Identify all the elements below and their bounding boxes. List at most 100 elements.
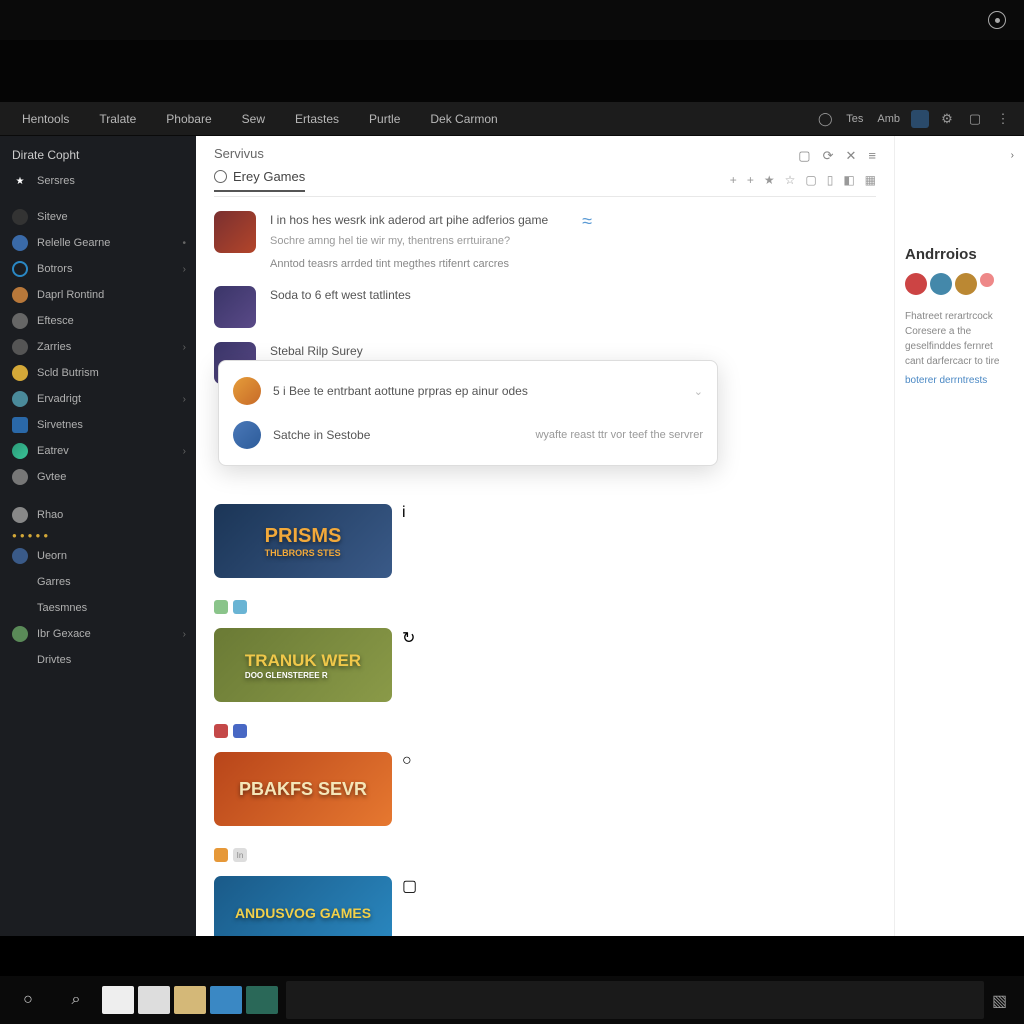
tag[interactable]: In [233,848,247,862]
sidebar-item-11[interactable]: Rhao [0,502,196,528]
feed-item-0[interactable]: I in hos hes wesrk ink aderod art pihe a… [214,211,876,272]
menu-icon[interactable]: ≡ [868,148,876,164]
popup-item-2[interactable]: Satche in Sestobe wyafte reast ttr vor t… [219,413,717,457]
sidebar-lower-1[interactable]: Garres [0,569,196,595]
avatar[interactable] [930,273,952,295]
search-button[interactable]: ⌕ [54,981,98,1019]
nav-tab-6[interactable]: Purtle [355,108,414,130]
blank-icon [12,652,28,668]
divider-black [0,936,1024,972]
sidebar-lower-4[interactable]: Drivtes [0,647,196,673]
system-icon[interactable] [988,11,1006,29]
avatar-icon [12,287,28,303]
sidepanel-link[interactable]: boterer derrntrests [905,375,1014,386]
breadcrumb[interactable]: Servivus [214,146,264,161]
earth-icon [12,443,28,459]
rating-dots: ●●●●● [0,528,196,543]
nav-tab-5[interactable]: Ertastes [281,108,353,130]
taskbar-app-1[interactable] [102,986,134,1014]
device-icon[interactable]: ▢ [805,173,816,187]
taskbar-app-5[interactable] [246,986,278,1014]
popup-avatar-icon [233,377,261,405]
tag[interactable] [214,724,228,738]
nav-window-icon[interactable]: ▢ [964,108,986,130]
sidebar-item-1[interactable]: Relelle Gearne• [0,230,196,256]
nav-tab-1[interactable]: Hentools [8,108,83,130]
sidebar-item-10[interactable]: Gvtee [0,464,196,490]
blackband [0,40,1024,102]
game-card-4[interactable]: ANDUSVOG GAMES [214,876,392,936]
sidebar-header[interactable]: Dirate Copht› [0,142,196,168]
feed-item-1[interactable]: Soda to 6 eft west tatlintes [214,286,876,328]
game-card-2[interactable]: TRANUK WERDOO GLENSTEREE R [214,628,392,702]
sidebar-item-5[interactable]: Zarries› [0,334,196,360]
sidebar-item-0[interactable]: Siteve [0,204,196,230]
group-icon [12,507,28,523]
popup-item-1[interactable]: 5 i Bee te entrbant aottune prpras ep ai… [219,369,717,413]
sidebar-lower-0[interactable]: Ueorn [0,543,196,569]
start-button[interactable]: ○ [6,981,50,1019]
info-icon[interactable]: ▢ [402,876,417,896]
tag[interactable] [214,848,228,862]
sidebar-lower-2[interactable]: Taesmnes [0,595,196,621]
folder-icon [12,209,28,225]
tag[interactable] [233,724,247,738]
panel-icon[interactable]: ◧ [843,173,854,187]
avatar[interactable] [980,273,994,287]
nav-right-2[interactable]: Amb [877,113,900,125]
taskbar-app-3[interactable] [174,986,206,1014]
sidebar-starred[interactable]: ★Sersres [0,168,196,194]
tab-active[interactable]: Erey Games [214,167,305,192]
sidebar-item-3[interactable]: Daprl Rontind [0,282,196,308]
snow-icon [12,391,28,407]
globe-icon[interactable]: ◯ [814,108,836,130]
tab-dot-icon [214,170,227,183]
sidebar: Dirate Copht› ★Sersres Siteve Relelle Ge… [0,136,196,936]
blank-icon [12,600,28,616]
grid-icon[interactable]: ▦ [865,173,876,187]
taskbar-app-4[interactable] [210,986,242,1014]
dot-icon [12,469,28,485]
tag[interactable] [214,600,228,614]
avatar[interactable] [905,273,927,295]
nav-more-icon[interactable]: ⋮ [992,108,1014,130]
sidebar-item-6[interactable]: Scld Butrism [0,360,196,386]
nav-tab-7[interactable]: Dek Carmon [416,108,511,130]
game-card-3[interactable]: PBAKFS SEVR [214,752,392,826]
info-icon[interactable]: ○ [402,752,412,770]
nav-right-1[interactable]: Tes [846,113,863,125]
game-card-1[interactable]: PRISMSTHLBRORS STES [214,504,392,578]
window-icon[interactable]: ▢ [798,148,810,164]
sidebar-item-4[interactable]: Eftesce [0,308,196,334]
sidebar-item-8[interactable]: Sirvetnes [0,412,196,438]
add-icon[interactable]: + [730,173,737,187]
taskbar-app-2[interactable] [138,986,170,1014]
info-icon[interactable]: i [402,504,406,522]
add-icon-2[interactable]: + [747,173,754,187]
star-outline-icon[interactable]: ☆ [785,173,796,187]
sidebar-item-9[interactable]: Eatrev› [0,438,196,464]
close-icon[interactable]: ✕ [846,148,857,164]
refresh-icon[interactable]: ⟳ [823,148,834,164]
dot-icon [12,313,28,329]
nav-settings-icon[interactable]: ⚙ [936,108,958,130]
nav-tab-3[interactable]: Phobare [152,108,225,130]
sidebar-lower-3[interactable]: Ibr Gexace› [0,621,196,647]
box-icon [12,417,28,433]
info-icon[interactable]: ↻ [402,628,415,648]
planet-icon [12,548,28,564]
nav-tab-2[interactable]: Tralate [85,108,150,130]
nav-app-icon-1[interactable] [911,110,929,128]
tray-icon[interactable]: ▧ [992,991,1010,1009]
star-icon: ★ [12,173,28,189]
sidebar-item-2[interactable]: Botrors› [0,256,196,282]
nav-tab-4[interactable]: Sew [228,108,279,130]
sidebar-item-7[interactable]: Ervadrigt› [0,386,196,412]
thumbnail [214,286,256,328]
tag[interactable] [233,600,247,614]
bookmark-icon[interactable]: ▯ [827,173,834,187]
avatar[interactable] [955,273,977,295]
star-icon[interactable]: ★ [764,173,775,187]
leaf-icon [12,626,28,642]
navbar: Hentools Tralate Phobare Sew Ertastes Pu… [0,102,1024,136]
